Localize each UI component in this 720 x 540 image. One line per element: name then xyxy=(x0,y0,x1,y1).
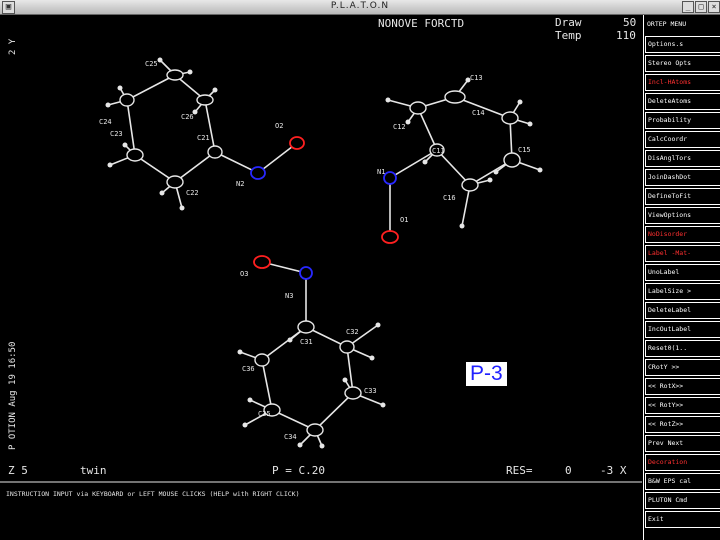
atom-label: C23 xyxy=(110,130,123,138)
menu-item-unolabel[interactable]: UnoLabel xyxy=(645,264,720,281)
molecule-drawing: C25 C26 C24 C23 C21 C22 N2 O2 C13 C14 C1… xyxy=(0,16,642,498)
atom-label: C35 xyxy=(258,410,271,418)
title-bar[interactable]: ▣ P.L.A.T.O.N _ □ × xyxy=(0,0,720,15)
maximize-button[interactable]: □ xyxy=(695,1,707,13)
menu-item-nodisorder[interactable]: NoDisorder xyxy=(645,226,720,243)
atom-label: C16 xyxy=(443,194,456,202)
temp-label: Temp xyxy=(555,29,582,42)
menu-item-calccoordr[interactable]: CalcCoordr xyxy=(645,131,720,148)
menu-item-viewoptions[interactable]: ViewOptions xyxy=(645,207,720,224)
minimize-button[interactable]: _ xyxy=(682,1,694,13)
temp-value: 110 xyxy=(616,29,636,42)
menu-item-incl-hatoms[interactable]: Incl-HAtoms xyxy=(645,74,720,91)
atom-label: O2 xyxy=(275,122,283,130)
menu-item-deleteatoms[interactable]: DeleteAtoms xyxy=(645,93,720,110)
menu-item-decoration[interactable]: Decoration xyxy=(645,454,720,471)
atom-label: C21 xyxy=(197,134,210,142)
side-label-lower: P OTION Aug 19 16:50 xyxy=(8,342,18,450)
atom-label: C14 xyxy=(472,109,485,117)
atom-label: N3 xyxy=(285,292,293,300)
res-label: RES= xyxy=(506,464,533,477)
close-button[interactable]: × xyxy=(708,1,720,13)
menu-item-ortep-menu: ORTEP MENU xyxy=(647,20,687,28)
ortep-menu: ORTEP MENU Options.s Stereo Opts Incl-HAtom… xyxy=(643,15,720,540)
menu-item-rotx[interactable]: << RotX>> xyxy=(645,378,720,395)
menu-item-roty[interactable]: << RotY>> xyxy=(645,397,720,414)
menu-item-reset0-1[interactable]: Reset0(1.. xyxy=(645,340,720,357)
menu-item-rotz[interactable]: << RotZ>> xyxy=(645,416,720,433)
draw-label: Draw xyxy=(555,16,582,29)
menu-item-b-w-eps-cal[interactable]: B&W EPS cal xyxy=(645,473,720,490)
z-indicator: Z 5 xyxy=(8,464,28,477)
menu-item-probability[interactable]: Probability xyxy=(645,112,720,129)
instruction-line: INSTRUCTION INPUT via KEYBOARD or LEFT M… xyxy=(6,490,300,498)
menu-item-labelsize[interactable]: LabelSize > xyxy=(645,283,720,300)
atom-label: C36 xyxy=(242,365,255,373)
atom-label: N2 xyxy=(236,180,244,188)
atom-label: C13 xyxy=(470,74,483,82)
atom-label: C25 xyxy=(145,60,158,68)
atom-label: C15 xyxy=(518,146,531,154)
atom-label: C26 xyxy=(181,113,194,121)
menu-item-incoutlabel[interactable]: IncOutLabel xyxy=(645,321,720,338)
atom-label: O1 xyxy=(400,216,408,224)
menu-item-stereo-opts[interactable]: Stereo Opts xyxy=(645,55,720,72)
side-label-upper: 2 Y xyxy=(8,38,18,55)
x-indicator: -3 X xyxy=(600,464,627,477)
atom-label: C31 xyxy=(300,338,313,346)
menu-item-disangltors[interactable]: DisAnglTors xyxy=(645,150,720,167)
draw-value: 50 xyxy=(623,16,636,29)
bonds xyxy=(107,59,541,447)
menu-item-label-mat[interactable]: Label -Mat- xyxy=(645,245,720,262)
menu-item-options-s[interactable]: Options.s xyxy=(645,36,720,53)
atom-label: C22 xyxy=(186,189,199,197)
menu-item-joindashdot[interactable]: JoinDashDot xyxy=(645,169,720,186)
window-title: P.L.A.T.O.N xyxy=(330,1,390,11)
header-text: NONOVE FORCTD xyxy=(378,17,464,30)
atom-label: C34 xyxy=(284,433,297,441)
p-indicator: P = C.20 xyxy=(272,464,325,477)
res-value: 0 xyxy=(565,464,572,477)
atom-label: C32 xyxy=(346,328,359,336)
atom-label: C24 xyxy=(99,118,112,126)
atom-label: N1 xyxy=(377,168,385,176)
menu-item-deletelabel[interactable]: DeleteLabel xyxy=(645,302,720,319)
menu-item-pluton-cmd[interactable]: PLUTON Cmd xyxy=(645,492,720,509)
menu-item-croty[interactable]: CRotY >> xyxy=(645,359,720,376)
tw-indicator: twin xyxy=(80,464,107,477)
atom-label: C12 xyxy=(393,123,406,131)
menu-item-exit[interactable]: Exit xyxy=(645,511,720,528)
ortep-canvas[interactable]: C25 C26 C24 C23 C21 C22 N2 O2 C13 C14 C1… xyxy=(0,15,642,540)
menu-item-prev-next[interactable]: Prev Next xyxy=(645,435,720,452)
overlay-label: P-3 xyxy=(466,362,507,386)
atom-label: O3 xyxy=(240,270,248,278)
menu-item-definetofit[interactable]: DefineToFit xyxy=(645,188,720,205)
atom-label: C33 xyxy=(364,387,377,395)
atom-label: C11 xyxy=(432,147,445,155)
